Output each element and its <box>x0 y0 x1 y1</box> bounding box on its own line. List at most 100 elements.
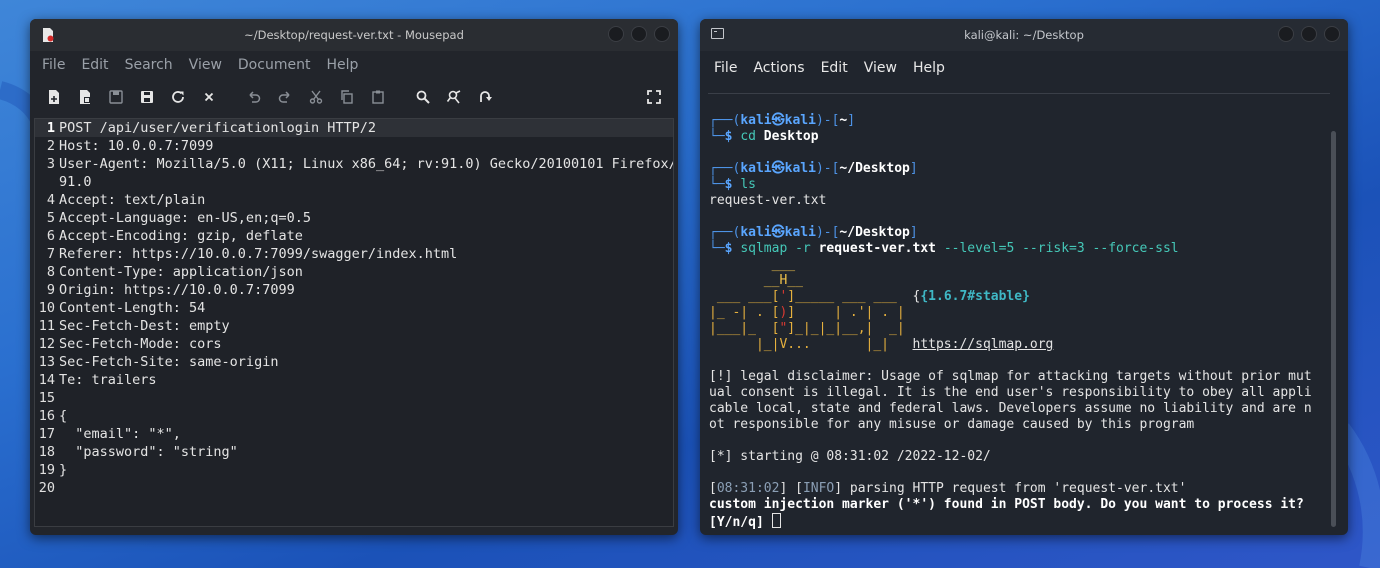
editor-line[interactable]: 15 <box>35 389 673 407</box>
fullscreen-icon[interactable] <box>646 89 662 105</box>
banner-line: ___ ___[']_____ ___ ___ {{1.6.7#stable} <box>709 289 1030 304</box>
minimize-button[interactable] <box>1278 26 1294 42</box>
text-editor-area[interactable]: 1 POST /api/user/verificationlogin HTTP/2… <box>34 118 674 527</box>
sqlmap-url-link[interactable]: https://sqlmap.org <box>913 337 1054 352</box>
editor-line[interactable]: 5 Accept-Language: en-US,en;q=0.5 <box>35 209 673 227</box>
line-number: 6 <box>46 228 55 244</box>
line-number: 3 <box>46 156 55 172</box>
copy-icon[interactable] <box>339 89 355 105</box>
editor-line[interactable]: 14 Te: trailers <box>35 371 673 389</box>
terminal-cursor <box>771 513 781 528</box>
line-text: Origin: https://10.0.0.7:7099 <box>59 282 295 298</box>
new-document-icon[interactable] <box>46 89 62 105</box>
redo-icon[interactable] <box>277 89 293 105</box>
editor-line[interactable]: 8 Content-Type: application/json <box>35 263 673 281</box>
line-text <box>59 389 673 407</box>
maximize-button[interactable] <box>1301 26 1317 42</box>
cut-icon[interactable] <box>308 89 324 105</box>
disclaimer-line: ual consent is illegal. It is the end us… <box>709 385 1312 400</box>
terminal-output[interactable]: ┌──(kali㉿kali)-[~] └─$ cd Desktop ┌──(ka… <box>700 93 1348 535</box>
editor-line[interactable]: 7 Referer: https://10.0.0.7:7099/swagger/… <box>35 245 673 263</box>
editor-line[interactable]: 17 "email": "*", <box>35 425 673 443</box>
command-line: └─$ cd Desktop <box>709 129 819 144</box>
line-text: Sec-Fetch-Site: same-origin <box>59 354 279 370</box>
line-text: Referer: https://10.0.0.7:7099/swagger/i… <box>59 246 458 262</box>
menu-actions[interactable]: Actions <box>753 60 804 76</box>
line-text: POST /api/user/verificationlogin HTTP/2 <box>59 120 376 136</box>
question-line: [Y/n/q] <box>709 513 781 531</box>
new-window-icon[interactable] <box>77 89 93 105</box>
close-tab-icon[interactable] <box>201 89 217 105</box>
editor-line[interactable]: 4 Accept: text/plain <box>35 191 673 209</box>
mousepad-titlebar[interactable]: ~/Desktop/request-ver.txt - Mousepad <box>30 19 678 51</box>
line-number: 16 <box>38 408 55 424</box>
find-replace-icon[interactable] <box>446 89 462 105</box>
editor-line[interactable]: 91.0 <box>35 173 673 191</box>
editor-line[interactable]: 1 POST /api/user/verificationlogin HTTP/2 <box>35 119 673 137</box>
line-number: 9 <box>46 282 55 298</box>
command-line: └─$ sqlmap -r request-ver.txt --level=5 … <box>709 241 1179 256</box>
line-text: "password": "string" <box>59 444 238 460</box>
menu-search[interactable]: Search <box>125 57 173 73</box>
sqlmap-version: {1.6.7#stable} <box>920 289 1030 304</box>
minimize-button[interactable] <box>608 26 624 42</box>
line-number: 11 <box>38 318 55 334</box>
line-text: Content-Type: application/json <box>59 264 303 280</box>
editor-line[interactable]: 6 Accept-Encoding: gzip, deflate <box>35 227 673 245</box>
line-text: Sec-Fetch-Dest: empty <box>59 318 230 334</box>
starting-line: [*] starting @ 08:31:02 /2022-12-02/ <box>709 449 991 464</box>
line-text: Accept-Encoding: gzip, deflate <box>59 228 303 244</box>
save-as-icon[interactable] <box>139 89 155 105</box>
editor-line[interactable]: 2 Host: 10.0.0.7:7099 <box>35 137 673 155</box>
undo-icon[interactable] <box>246 89 262 105</box>
question-line: custom injection marker ('*') found in P… <box>709 497 1304 512</box>
editor-line[interactable]: 18 "password": "string" <box>35 443 673 461</box>
editor-line[interactable]: 11 Sec-Fetch-Dest: empty <box>35 317 673 335</box>
go-to-icon[interactable] <box>477 89 493 105</box>
menu-file[interactable]: File <box>714 60 737 76</box>
line-text: Host: 10.0.0.7:7099 <box>59 138 214 154</box>
line-number: 5 <box>46 210 55 226</box>
menu-help[interactable]: Help <box>326 57 358 73</box>
close-button[interactable] <box>654 26 670 42</box>
editor-line[interactable]: 19} <box>35 461 673 479</box>
reload-icon[interactable] <box>170 89 186 105</box>
line-text: Accept: text/plain <box>59 192 206 208</box>
menu-edit[interactable]: Edit <box>81 57 108 73</box>
editor-line[interactable]: 3 User-Agent: Mozilla/5.0 (X11; Linux x86… <box>35 155 673 173</box>
disclaimer-line: ot responsible for any misuse or damage … <box>709 417 1195 432</box>
menu-view[interactable]: View <box>189 57 222 73</box>
menu-view[interactable]: View <box>864 60 897 76</box>
menu-help[interactable]: Help <box>913 60 945 76</box>
editor-line[interactable]: 20 <box>35 479 673 497</box>
menu-document[interactable]: Document <box>238 57 311 73</box>
terminal-scrollbar[interactable] <box>1331 131 1336 527</box>
editor-line[interactable]: 9 Origin: https://10.0.0.7:7099 <box>35 281 673 299</box>
menu-edit[interactable]: Edit <box>821 60 848 76</box>
mousepad-toolbar <box>30 79 678 115</box>
save-icon[interactable] <box>108 89 124 105</box>
line-number: 14 <box>38 372 55 388</box>
editor-line[interactable]: 10 Content-Length: 54 <box>35 299 673 317</box>
line-text: { <box>59 408 68 424</box>
editor-line[interactable]: 12 Sec-Fetch-Mode: cors <box>35 335 673 353</box>
prompt-line: ┌──(kali㉿kali)-[~/Desktop] <box>709 161 918 176</box>
close-button[interactable] <box>1324 26 1340 42</box>
terminal-titlebar[interactable]: kali@kali: ~/Desktop <box>700 19 1348 51</box>
banner-line: |___|_ ["]_|_|_|__,| _| <box>709 321 905 336</box>
editor-line[interactable]: 16{ <box>35 407 673 425</box>
info-line: [08:31:02] [INFO] parsing HTTP request f… <box>709 481 1187 496</box>
banner-line: |_|V... |_| https://sqlmap.org <box>709 337 1054 352</box>
line-number: 20 <box>38 480 55 496</box>
menu-file[interactable]: File <box>42 57 65 73</box>
line-number: 15 <box>38 390 55 406</box>
menu-divider <box>708 93 1330 94</box>
line-number <box>35 173 59 191</box>
editor-line[interactable]: 13 Sec-Fetch-Site: same-origin <box>35 353 673 371</box>
find-icon[interactable] <box>415 89 431 105</box>
ls-output: request-ver.txt <box>709 193 827 208</box>
line-number: 13 <box>38 354 55 370</box>
maximize-button[interactable] <box>631 26 647 42</box>
line-text: } <box>59 462 68 478</box>
paste-icon[interactable] <box>370 89 386 105</box>
